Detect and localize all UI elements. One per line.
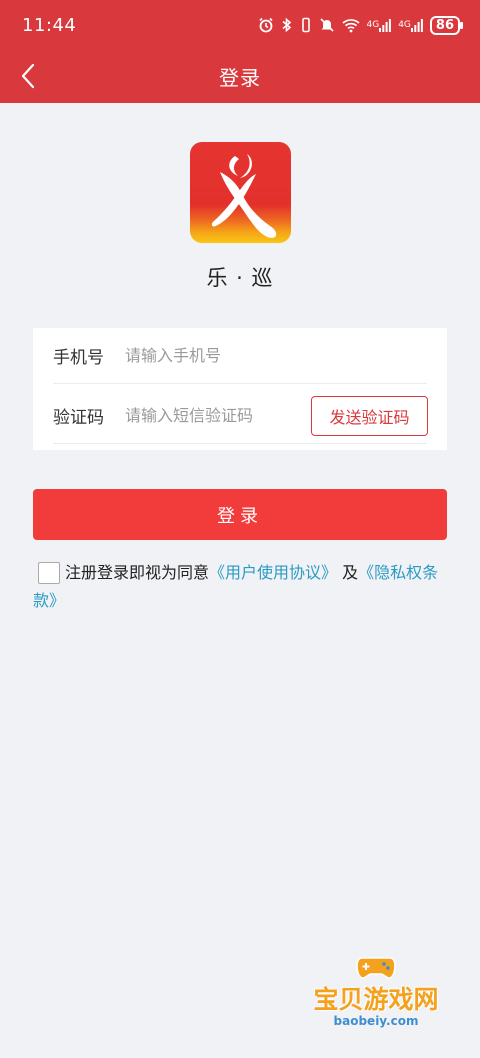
bluetooth-icon [281,17,293,33]
vibrate-icon [300,17,312,33]
gamepad-icon [356,957,396,979]
phone-input[interactable] [125,346,427,365]
watermark-url: baobeiy.com [333,1014,419,1028]
phone-label: 手机号 [53,348,104,368]
login-form: 手机号 验证码 发送验证码 [33,328,447,450]
user-agreement-link[interactable]: 《用户使用协议》 [209,563,337,582]
mute-bell-icon [319,17,335,33]
agreement-text: 注册登录即视为同意《用户使用协议》 及《隐私权条款》 [33,559,453,615]
watermark: 宝贝游戏网 baobeiy.com [306,952,446,1042]
login-button[interactable]: 登录 [33,489,447,540]
app-header: 11:44 4G 4G 86 登录 [0,0,480,103]
sms-code-input[interactable] [125,406,311,425]
chevron-left-icon [21,63,35,89]
code-row: 验证码 发送验证码 [53,388,428,444]
status-bar: 11:44 4G 4G 86 [0,0,480,50]
status-icons: 4G 4G 86 [258,15,464,35]
send-code-button[interactable]: 发送验证码 [311,395,428,436]
status-time: 11:44 [22,14,77,36]
wifi-icon [341,17,360,33]
agreement-connector: 及 [342,563,359,582]
battery-indicator: 86 [429,15,464,35]
watermark-title: 宝贝游戏网 [313,985,439,1014]
app-name: 乐 · 巡 [206,266,274,290]
app-logo [190,142,291,243]
agreement-section: 注册登录即视为同意《用户使用协议》 及《隐私权条款》 [33,562,453,615]
page-title: 登录 [219,66,261,90]
phone-row: 手机号 [53,328,427,384]
alarm-icon [258,17,274,33]
network-type-label: 4G [366,20,380,30]
network-type-label: 4G [398,20,411,30]
agreement-prefix: 注册登录即视为同意 [65,563,210,582]
cellular-signal-2: 4G [398,18,423,32]
agree-checkbox[interactable] [38,562,60,584]
code-label: 验证码 [53,408,104,428]
back-button[interactable] [14,60,42,92]
cellular-signal-1: 4G [367,18,392,32]
navigation-bar: 登录 [0,50,480,103]
